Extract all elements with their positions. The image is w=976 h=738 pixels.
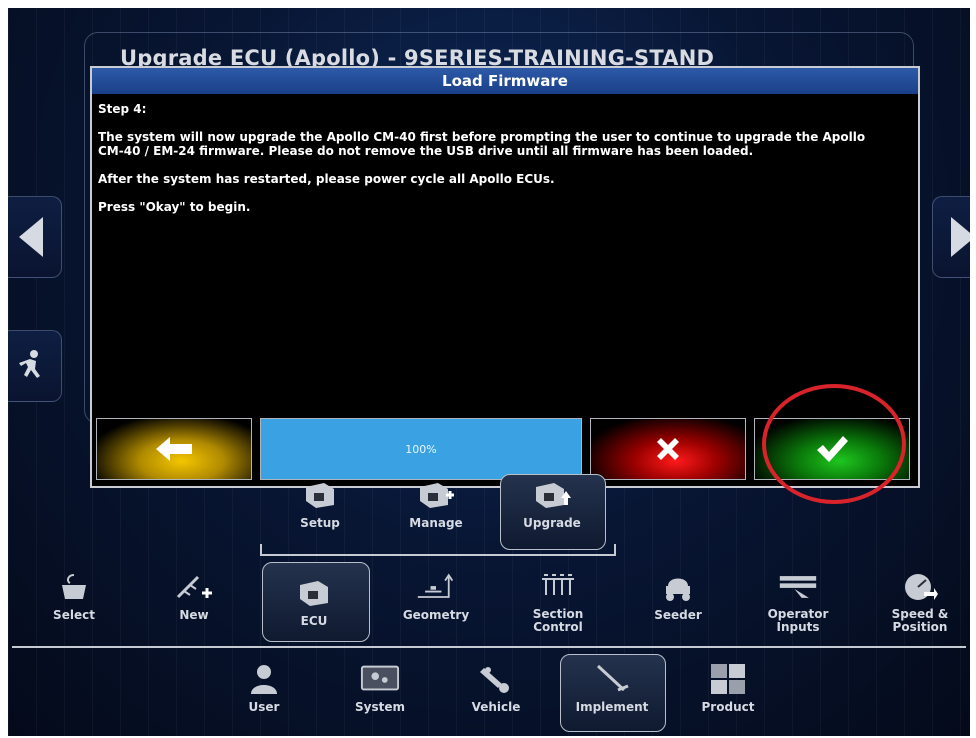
exit-button[interactable] bbox=[8, 330, 62, 402]
menu-manage[interactable]: Manage bbox=[386, 480, 486, 530]
menu-vehicle-label: Vehicle bbox=[471, 700, 521, 714]
menu-user-label: User bbox=[248, 700, 280, 714]
next-page-button[interactable] bbox=[932, 196, 970, 278]
close-icon bbox=[657, 438, 679, 460]
progress-text: 100% bbox=[405, 442, 437, 456]
speed-position-icon bbox=[900, 572, 940, 602]
menu-section-control[interactable]: Section Control bbox=[508, 572, 608, 634]
menu-operator-inputs-label: Operator Inputs bbox=[767, 607, 829, 634]
menu-seeder-label: Seeder bbox=[654, 608, 702, 622]
back-arrow-icon bbox=[156, 437, 192, 461]
restart-note: After the system has restarted, please p… bbox=[98, 172, 555, 186]
menu-manage-label: Manage bbox=[409, 516, 463, 530]
manage-icon bbox=[416, 480, 456, 510]
running-person-icon bbox=[19, 350, 40, 378]
user-icon bbox=[244, 664, 284, 694]
checkmark-icon bbox=[817, 436, 848, 462]
menu-divider bbox=[12, 636, 966, 648]
step-label: Step 4: bbox=[98, 102, 147, 116]
menu-operator-inputs[interactable]: Operator Inputs bbox=[748, 572, 848, 634]
ecu-icon bbox=[294, 578, 334, 608]
menu-setup[interactable]: Setup bbox=[270, 480, 370, 530]
menu-select-label: Select bbox=[53, 608, 95, 622]
system-icon bbox=[360, 664, 400, 694]
operator-inputs-icon bbox=[778, 572, 818, 602]
instruction-paragraph: The system will now upgrade the Apollo C… bbox=[98, 130, 912, 158]
left-arrow-icon bbox=[19, 217, 43, 257]
dialog-button-bar: 100% bbox=[96, 418, 914, 480]
menu-setup-label: Setup bbox=[300, 516, 340, 530]
menu-ecu[interactable]: ECU bbox=[264, 578, 364, 628]
menu-geometry-label: Geometry bbox=[402, 608, 470, 622]
instruction-line-1: The system will now upgrade the Apollo C… bbox=[98, 130, 866, 144]
upgrade-icon bbox=[532, 480, 572, 510]
menu-product-label: Product bbox=[701, 700, 755, 714]
implement-icon bbox=[592, 664, 632, 694]
load-firmware-dialog: Load Firmware Step 4: The system will no… bbox=[90, 66, 920, 488]
menu-speed-position[interactable]: Speed & Position bbox=[870, 572, 970, 634]
menu-speed-position-label: Speed & Position bbox=[891, 607, 949, 634]
back-button[interactable] bbox=[96, 418, 252, 480]
menu-system[interactable]: System bbox=[330, 664, 430, 714]
new-icon bbox=[174, 572, 214, 602]
menu-product[interactable]: Product bbox=[678, 664, 778, 714]
menu-implement[interactable]: Implement bbox=[562, 664, 662, 714]
menu-implement-label: Implement bbox=[575, 700, 649, 714]
menu-geometry[interactable]: Geometry bbox=[386, 572, 486, 622]
seeder-icon bbox=[658, 572, 698, 602]
menu-new-label: New bbox=[179, 608, 209, 622]
instruction-line-2: CM-40 / EM-24 firmware. Please do not re… bbox=[98, 144, 754, 158]
vehicle-icon bbox=[476, 664, 516, 694]
section-control-icon bbox=[538, 572, 578, 602]
screen: Upgrade ECU (Apollo) - 9SERIES-TRAINING-… bbox=[8, 8, 970, 736]
setup-icon bbox=[300, 480, 340, 510]
right-arrow-icon bbox=[951, 217, 970, 257]
menu-user[interactable]: User bbox=[214, 664, 314, 714]
okay-button[interactable] bbox=[754, 418, 910, 480]
dialog-body: Step 4: The system will now upgrade the … bbox=[98, 102, 912, 228]
submenu-bracket bbox=[260, 544, 616, 556]
menu-new[interactable]: New bbox=[144, 572, 244, 622]
geometry-icon bbox=[416, 572, 456, 602]
menu-select[interactable]: Select bbox=[24, 572, 124, 622]
dialog-title: Load Firmware bbox=[92, 68, 918, 94]
menu-upgrade-label: Upgrade bbox=[523, 516, 581, 530]
menu-vehicle[interactable]: Vehicle bbox=[446, 664, 546, 714]
previous-page-button[interactable] bbox=[8, 196, 62, 278]
product-icon bbox=[708, 664, 748, 694]
progress-bar: 100% bbox=[260, 418, 582, 480]
menu-ecu-label: ECU bbox=[300, 614, 328, 628]
cancel-button[interactable] bbox=[590, 418, 746, 480]
menu-upgrade[interactable]: Upgrade bbox=[502, 480, 602, 530]
menu-seeder[interactable]: Seeder bbox=[628, 572, 728, 622]
menu-section-control-label: Section Control bbox=[532, 607, 584, 634]
begin-note: Press "Okay" to begin. bbox=[98, 200, 251, 214]
menu-system-label: System bbox=[355, 700, 405, 714]
select-icon bbox=[54, 572, 94, 602]
